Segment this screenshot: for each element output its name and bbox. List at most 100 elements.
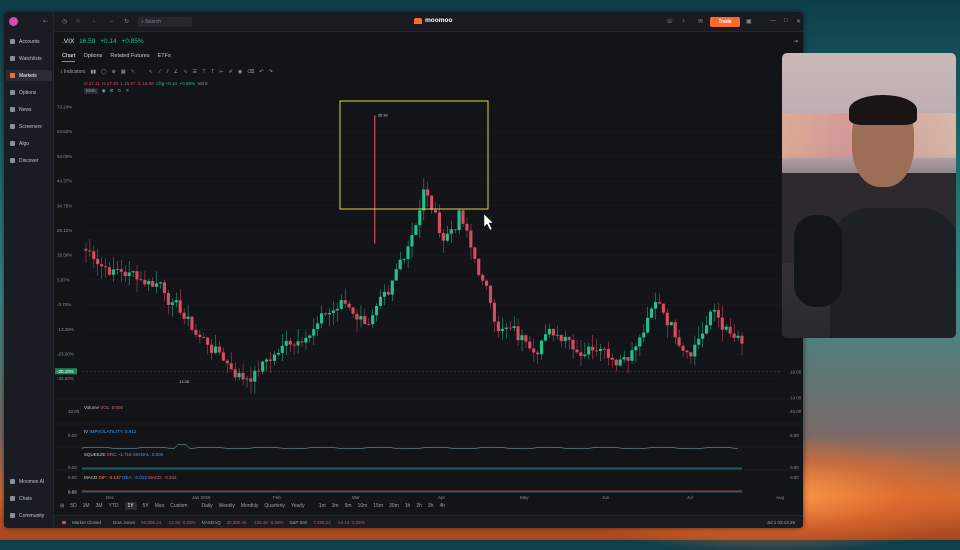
wave-tool-icon[interactable]: ∿: [183, 69, 187, 75]
period-monthly[interactable]: Monthly: [241, 503, 259, 509]
period-5d[interactable]: 5D: [70, 503, 76, 509]
x-tick-label: Apr: [438, 495, 446, 500]
template-icon[interactable]: ⊕: [112, 69, 116, 75]
measure-tool-icon[interactable]: ⊤: [202, 69, 206, 75]
indicators-button[interactable]: ⌇ Indicators: [60, 69, 86, 75]
nasdaq-label[interactable]: NASDAQ: [202, 520, 221, 525]
period-4h[interactable]: 4h: [439, 503, 445, 509]
period-1m[interactable]: 1m: [319, 503, 326, 509]
compare-icon[interactable]: ◯: [101, 69, 107, 75]
avatar[interactable]: [9, 17, 18, 26]
tab-options[interactable]: Options: [83, 53, 102, 62]
tab-related-futures[interactable]: Related Futures: [110, 53, 149, 62]
accounts-icon: [10, 39, 15, 44]
price-chart[interactable]: 73.24% 63.62% 54.00% 44.37% 34.75% 25.12% 15.5…: [54, 77, 803, 502]
volume-value: VOL: 0.000: [100, 405, 124, 410]
sidebar-item-options[interactable]: Options: [6, 87, 52, 98]
brush-tool-icon[interactable]: ✐: [229, 69, 233, 75]
trash-icon[interactable]: ⌫: [247, 69, 254, 75]
period-2h[interactable]: 2h: [416, 503, 422, 509]
candle-body: [496, 321, 500, 332]
sidebar-item-watchlists[interactable]: Watchlists: [6, 53, 52, 64]
period-yearly[interactable]: Yearly: [291, 503, 305, 509]
back-icon[interactable]: ←: [92, 18, 98, 24]
channel-tool-icon[interactable]: ⫽: [167, 69, 169, 75]
expand-panel-icon[interactable]: ⇥: [793, 38, 798, 45]
search-input[interactable]: ⌕ Search: [138, 17, 192, 27]
redo-icon[interactable]: ↷: [269, 69, 273, 75]
period-ytd[interactable]: YTD: [109, 503, 119, 509]
text-tool-icon[interactable]: T: [211, 69, 214, 75]
period-5m[interactable]: 5m: [345, 503, 352, 509]
period-max[interactable]: Max: [155, 503, 164, 509]
period-daily[interactable]: Daily: [201, 503, 212, 509]
candle-body: [638, 337, 642, 347]
period-3m[interactable]: 3m: [332, 503, 339, 509]
x-tick-label: Jan 2026: [192, 495, 211, 500]
sidebar-item-news[interactable]: News: [6, 104, 52, 115]
candle-body: [571, 339, 575, 350]
collapse-sidebar-icon[interactable]: ⇤: [43, 18, 48, 25]
close-icon[interactable]: ✕: [796, 18, 801, 25]
candle-body: [182, 312, 186, 319]
candle-body: [449, 229, 453, 234]
period-3h[interactable]: 3h: [428, 503, 434, 509]
period-weekly[interactable]: Weekly: [219, 503, 235, 509]
period-3m[interactable]: 3M: [96, 503, 103, 509]
maximize-icon[interactable]: □: [784, 18, 788, 24]
candle-type-icon[interactable]: ▮▮: [91, 69, 97, 75]
home-icon[interactable]: ⌂: [76, 18, 80, 24]
volume-tick: 40.00: [68, 409, 80, 414]
period-30m[interactable]: 30m: [389, 503, 399, 509]
candle-body: [335, 308, 339, 311]
chart-toolbar: ⌇ Indicators ▮▮ ◯ ⊕ ▦ ✎ ↖ ⟋ ⫽ ∠ ∿ ☰ ⊤ T …: [60, 66, 795, 77]
minimize-icon[interactable]: —: [770, 18, 776, 24]
candle-body: [135, 271, 139, 280]
refresh-icon[interactable]: ↻: [124, 18, 129, 25]
trade-button[interactable]: Trade: [710, 17, 740, 27]
period-quarterly[interactable]: Quarterly: [264, 503, 285, 509]
history-icon[interactable]: ◷: [62, 18, 67, 25]
sidebar-item-discover[interactable]: Discover: [6, 155, 52, 166]
sidebar-item-markets[interactable]: Markets: [6, 70, 52, 81]
cursor-tool-icon[interactable]: ↖: [149, 69, 153, 75]
sidebar-item-algo[interactable]: Algo: [6, 138, 52, 149]
period-custom[interactable]: Custom: [170, 503, 187, 509]
sidebar-item-label: Algo: [19, 140, 30, 147]
sidebar-item-moomoo-ai[interactable]: Moomoo AI: [6, 476, 52, 487]
screener-icon: [10, 124, 15, 129]
sidebar-item-label: Community: [19, 512, 45, 519]
trendline-tool-icon[interactable]: ⟋: [158, 69, 162, 75]
undo-icon[interactable]: ↶: [259, 69, 263, 75]
symbol: .VIX: [62, 38, 75, 45]
sidebar-item-community[interactable]: Community: [6, 510, 52, 521]
period-1h[interactable]: 1h: [405, 503, 411, 509]
brush-icon[interactable]: ✎: [131, 69, 135, 75]
layout-icon[interactable]: ▦: [121, 69, 126, 75]
ruler-tool-icon[interactable]: ⊢: [219, 69, 223, 75]
sidebar-item-accounts[interactable]: Accounts: [6, 36, 52, 47]
period-5y[interactable]: 5Y: [143, 503, 149, 509]
period-10m[interactable]: 10m: [358, 503, 368, 509]
tab-chart[interactable]: Chart: [62, 53, 76, 62]
candle-body: [268, 359, 273, 361]
period-15m[interactable]: 15m: [373, 503, 383, 509]
sp500-label[interactable]: S&P 500: [289, 520, 307, 525]
forward-icon[interactable]: →: [108, 18, 114, 24]
sidebar-item-screeners[interactable]: Screeners: [6, 121, 52, 132]
fib-tool-icon[interactable]: ☰: [192, 69, 196, 75]
period-1m[interactable]: 1M: [83, 503, 90, 509]
period-1y[interactable]: 1Y: [124, 502, 137, 510]
mail-icon[interactable]: ✉: [698, 18, 703, 25]
tab-etfs[interactable]: ETFs: [158, 53, 171, 62]
highlight-box: [339, 100, 489, 210]
macd-label: MACD DIF: -0.137 DEA: -0.013 MACD: -0.24…: [84, 475, 177, 480]
calendar-icon[interactable]: ⊞: [60, 503, 64, 509]
angle-tool-icon[interactable]: ∠: [174, 69, 178, 75]
dow-label[interactable]: Dow Jones: [113, 520, 135, 525]
eye-icon[interactable]: ◉: [238, 69, 242, 75]
headset-icon[interactable]: ☏: [666, 18, 674, 25]
bell-icon[interactable]: ♪: [682, 18, 685, 24]
sidebar-item-chats[interactable]: Chats: [6, 493, 52, 504]
lock-icon[interactable]: ▣: [746, 18, 752, 25]
